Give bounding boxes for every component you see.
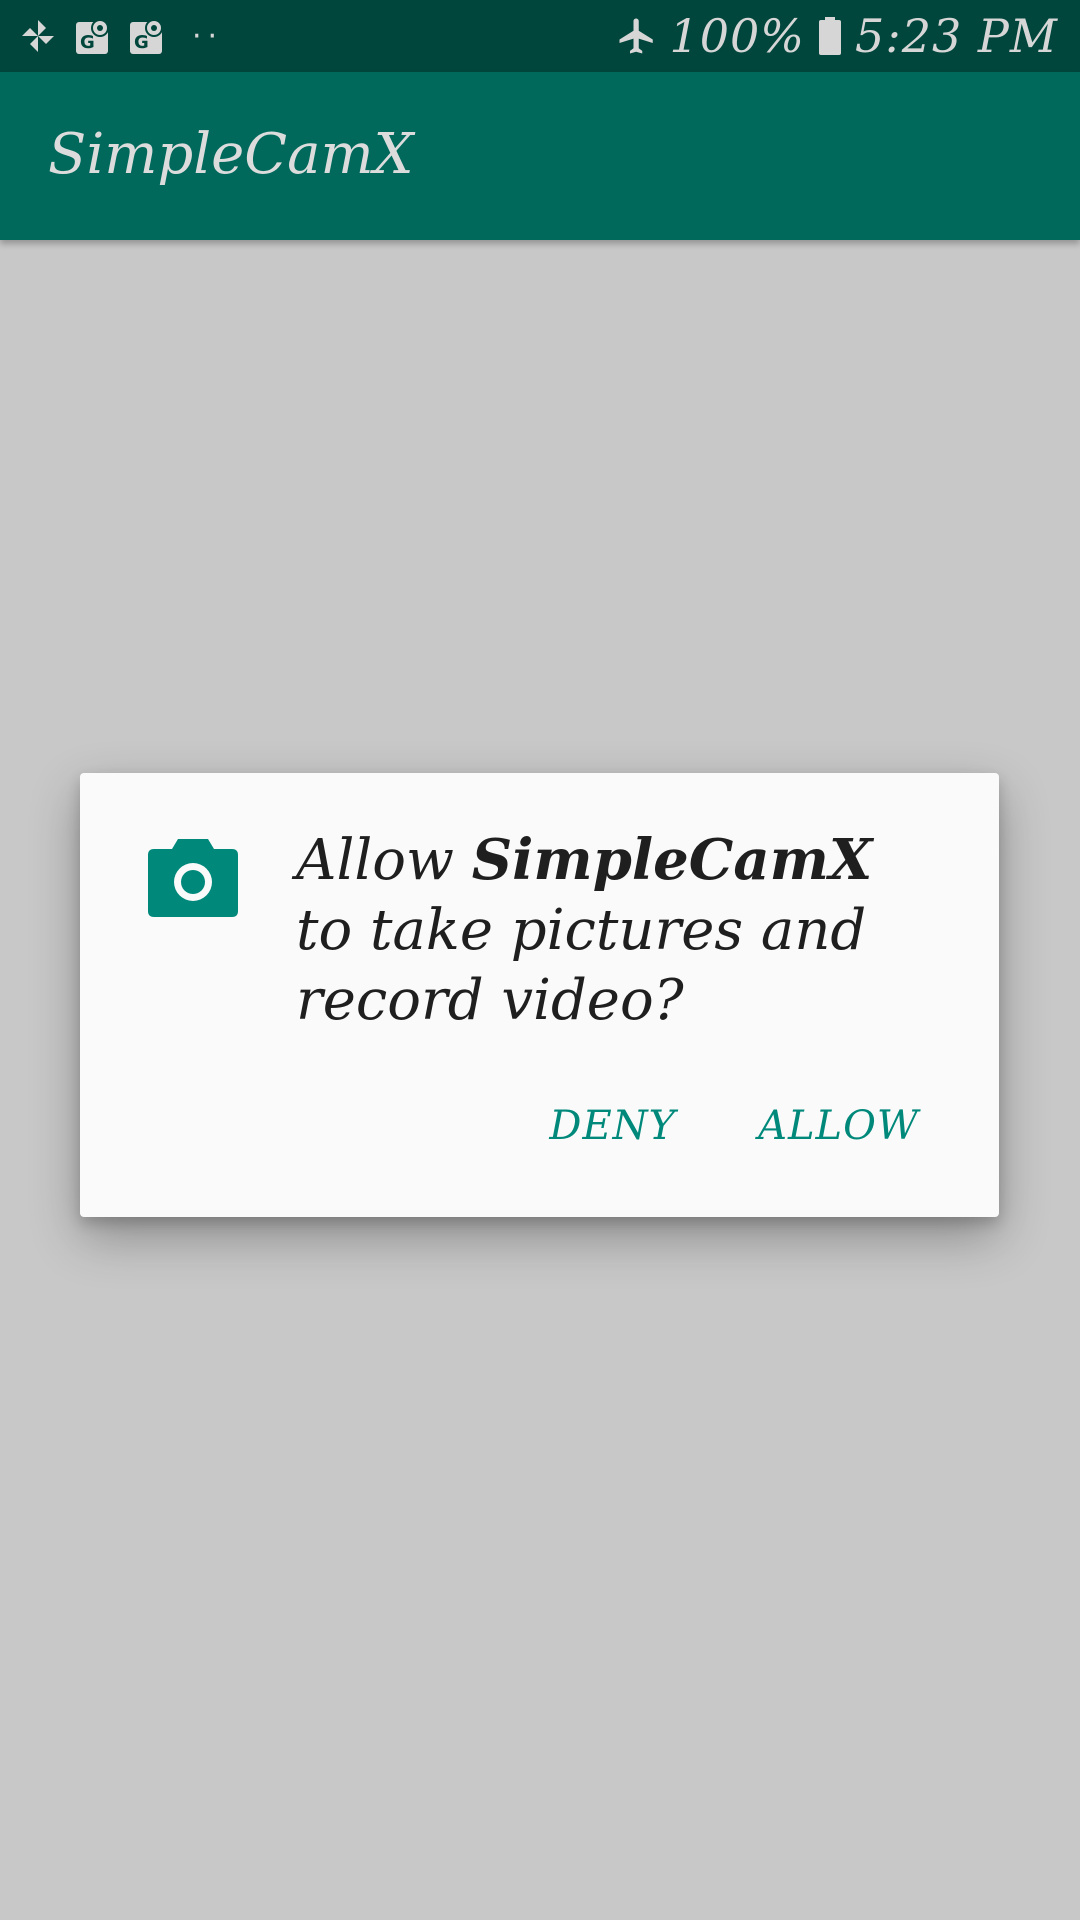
pinwheel-icon <box>18 16 58 56</box>
svg-text:G: G <box>134 32 149 53</box>
allow-button[interactable]: ALLOW <box>758 1103 919 1149</box>
maps-notification-icon: G <box>128 16 166 56</box>
battery-full-icon <box>817 16 843 56</box>
permission-message: Allow SimpleCamX to take pictures and re… <box>296 825 936 1036</box>
svg-text:G: G <box>80 32 95 53</box>
message-prefix: Allow <box>296 828 472 893</box>
camera-icon <box>148 835 238 917</box>
notification-icons: G G ·· <box>18 12 223 60</box>
app-title: SimpleCamX <box>48 122 414 187</box>
screen: G G ·· 100% 5:23 PM SimpleCamX Allow Sim… <box>0 0 1080 1920</box>
app-bar: SimpleCamX <box>0 72 1080 240</box>
airplane-icon <box>616 15 658 57</box>
status-bar: G G ·· 100% 5:23 PM <box>0 0 1080 72</box>
deny-button[interactable]: DENY <box>549 1103 676 1149</box>
battery-percent: 100% <box>669 9 806 63</box>
message-suffix: to take pictures and record video? <box>296 898 867 1033</box>
more-notifications-indicator: ·· <box>192 18 224 54</box>
permission-dialog: Allow SimpleCamX to take pictures and re… <box>80 773 999 1217</box>
dialog-actions: DENY ALLOW <box>549 1103 919 1149</box>
clock: 5:23 PM <box>855 9 1058 63</box>
maps-notification-icon: G <box>74 16 112 56</box>
message-app-name: SimpleCamX <box>471 827 873 893</box>
system-status: 100% 5:23 PM <box>616 8 1059 64</box>
